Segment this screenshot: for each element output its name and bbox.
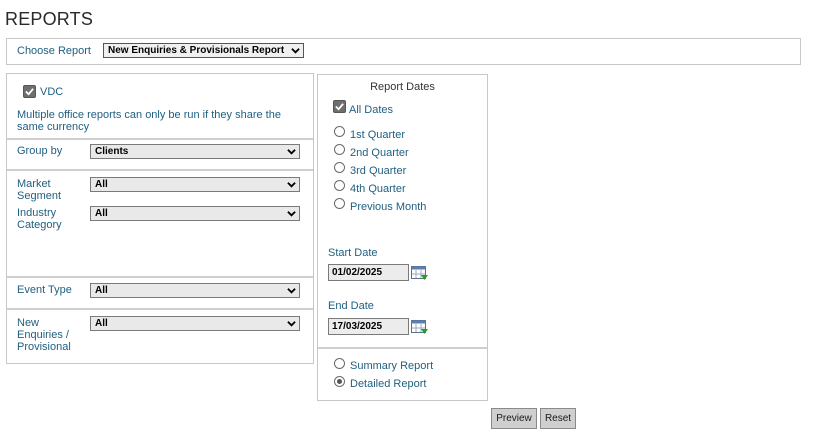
report-dates-heading: Report Dates bbox=[370, 81, 435, 93]
new-enquiries-label: New Enquiries / Provisional bbox=[17, 317, 71, 353]
chevron-down-icon bbox=[291, 48, 300, 54]
end-date-label: End Date bbox=[328, 300, 374, 312]
new-enquiries-value: All bbox=[95, 318, 108, 329]
industry-category-label: Industry Category bbox=[17, 207, 62, 231]
all-dates-checkbox[interactable] bbox=[333, 100, 346, 113]
end-date-input[interactable]: 17/03/2025 bbox=[328, 318, 409, 335]
divider bbox=[7, 138, 313, 140]
filters-panel: VDC Multiple office reports can only be … bbox=[6, 73, 314, 364]
group-by-select[interactable]: Clients bbox=[90, 144, 300, 159]
start-date-label: Start Date bbox=[328, 247, 378, 259]
choose-report-select[interactable]: New Enquiries & Provisionals Report bbox=[103, 43, 304, 58]
market-segment-select[interactable]: All bbox=[90, 177, 300, 192]
divider bbox=[7, 169, 313, 171]
start-date-input[interactable]: 01/02/2025 bbox=[328, 264, 409, 281]
divider bbox=[7, 308, 313, 310]
chevron-down-icon bbox=[287, 288, 296, 294]
group-by-label: Group by bbox=[17, 145, 63, 157]
chevron-down-icon bbox=[287, 211, 296, 217]
radio-4th-quarter[interactable] bbox=[334, 180, 345, 191]
industry-category-value: All bbox=[95, 208, 108, 219]
calendar-icon[interactable] bbox=[411, 265, 429, 281]
radio-detailed-report-label: Detailed Report bbox=[350, 378, 427, 390]
radio-3rd-quarter-label: 3rd Quarter bbox=[350, 165, 407, 177]
preview-button[interactable]: Preview bbox=[491, 408, 537, 429]
checkmark-icon bbox=[335, 103, 344, 111]
event-type-label: Event Type bbox=[17, 284, 72, 296]
market-segment-label: Market Segment bbox=[17, 178, 62, 202]
divider bbox=[7, 276, 313, 278]
market-segment-value: All bbox=[95, 179, 108, 190]
checkmark-icon bbox=[25, 88, 34, 96]
choose-report-bar: Choose Report New Enquiries & Provisiona… bbox=[6, 38, 801, 65]
radio-previous-month-label: Previous Month bbox=[350, 201, 427, 213]
event-type-value: All bbox=[95, 285, 108, 296]
event-type-select[interactable]: All bbox=[90, 283, 300, 298]
radio-2nd-quarter[interactable] bbox=[334, 144, 345, 155]
vdc-checkbox[interactable] bbox=[23, 85, 36, 98]
choose-report-value: New Enquiries & Provisionals Report bbox=[108, 45, 285, 56]
chevron-down-icon bbox=[287, 149, 296, 155]
radio-1st-quarter[interactable] bbox=[334, 126, 345, 137]
page-title: REPORTS bbox=[5, 9, 94, 29]
chevron-down-icon bbox=[287, 321, 296, 327]
chevron-down-icon bbox=[287, 182, 296, 188]
radio-summary-report[interactable] bbox=[334, 358, 345, 369]
vdc-label: VDC bbox=[40, 86, 64, 98]
radio-4th-quarter-label: 4th Quarter bbox=[350, 183, 406, 195]
currency-note: Multiple office reports can only be run … bbox=[17, 109, 281, 133]
reset-button[interactable]: Reset bbox=[540, 408, 576, 429]
all-dates-label: All Dates bbox=[349, 104, 394, 116]
radio-1st-quarter-label: 1st Quarter bbox=[350, 129, 406, 141]
divider bbox=[318, 347, 487, 349]
radio-3rd-quarter[interactable] bbox=[334, 162, 345, 173]
radio-summary-report-label: Summary Report bbox=[350, 360, 434, 372]
new-enquiries-select[interactable]: All bbox=[90, 316, 300, 331]
radio-detailed-report[interactable] bbox=[334, 376, 345, 387]
calendar-icon[interactable] bbox=[411, 319, 429, 335]
group-by-value: Clients bbox=[95, 146, 129, 157]
report-dates-panel: Report Dates All Dates 1st Quarter 2nd Q… bbox=[317, 74, 488, 401]
radio-2nd-quarter-label: 2nd Quarter bbox=[350, 147, 409, 159]
choose-report-label: Choose Report bbox=[17, 45, 91, 57]
industry-category-select[interactable]: All bbox=[90, 206, 300, 221]
radio-previous-month[interactable] bbox=[334, 198, 345, 209]
